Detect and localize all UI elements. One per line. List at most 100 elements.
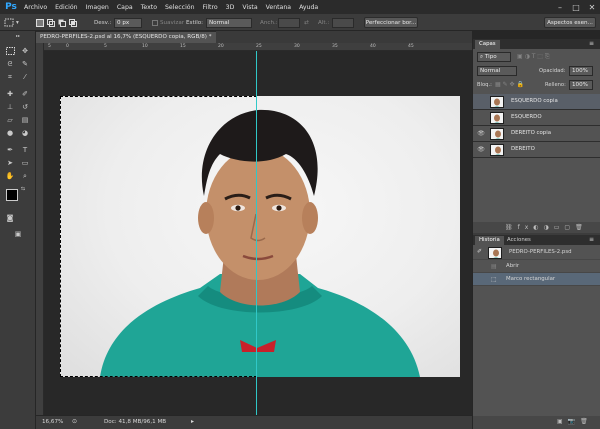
zoom-level[interactable]: 16,67% xyxy=(42,419,63,425)
rectangle-tool-icon[interactable]: ▭ xyxy=(19,158,31,168)
lock-icons-group[interactable]: ▦ ✎ ✥ 🔒 xyxy=(495,81,524,88)
layers-list-empty-area[interactable] xyxy=(473,158,600,222)
panel-menu-icon[interactable]: ≡ xyxy=(589,236,594,243)
dodge-tool-icon[interactable]: ◕ xyxy=(19,128,31,138)
width-label: Anch.: xyxy=(260,19,278,26)
close-window-button[interactable]: ✕ xyxy=(584,0,600,14)
status-bar: 16,67% ⊙ Doc: 41,8 MB/96,1 MB ▸ xyxy=(36,415,472,429)
layer-row[interactable]: ESQUERDO copia xyxy=(473,94,600,110)
history-list-empty-area[interactable] xyxy=(473,286,600,416)
rect-marquee-tool-icon[interactable] xyxy=(4,17,14,28)
vertical-guide[interactable] xyxy=(256,51,257,415)
quick-selection-tool-icon[interactable]: ✎ xyxy=(19,59,31,69)
history-item[interactable]: ⬚ Marco rectangular xyxy=(473,273,600,286)
layer-row[interactable]: 👁 DEREITO copia xyxy=(473,126,600,142)
move-tool-icon[interactable]: ✥ xyxy=(19,46,31,56)
lock-label: Bloq.: xyxy=(477,82,492,88)
layer-row[interactable]: ESQUERDO xyxy=(473,110,600,126)
quick-mask-icon[interactable]: ◙ xyxy=(4,213,16,223)
pen-tool-icon[interactable]: ✒ xyxy=(4,145,16,155)
panels-dock-top-bar xyxy=(473,31,600,39)
layer-thumbnail xyxy=(490,144,504,156)
menu-seleccion[interactable]: Selección xyxy=(165,4,201,11)
blend-mode-select[interactable]: Normal xyxy=(477,66,517,76)
fill-input[interactable]: 100% xyxy=(569,80,593,90)
layer-row[interactable]: 👁 DEREITO xyxy=(473,142,600,158)
layer-thumbnail xyxy=(490,128,504,140)
menu-capa[interactable]: Capa xyxy=(117,4,139,11)
menu-texto[interactable]: Texto xyxy=(141,4,163,11)
layer-thumbnail xyxy=(490,112,504,124)
menu-edicion[interactable]: Edición xyxy=(55,4,83,11)
type-tool-icon[interactable]: T xyxy=(19,145,31,155)
layer-thumbnail xyxy=(490,96,504,108)
hand-tool-icon[interactable]: ✋ xyxy=(4,171,16,181)
refine-edge-button[interactable]: Perfeccionar bor... xyxy=(364,17,418,28)
history-brush-tool-icon[interactable]: ↺ xyxy=(19,102,31,112)
brush-tool-icon[interactable]: ✐ xyxy=(19,89,31,99)
menu-ventana[interactable]: Ventana xyxy=(266,4,297,11)
history-footer-icons[interactable]: ▣📷🗑 xyxy=(473,416,600,429)
panel-menu-icon[interactable]: ≡ xyxy=(589,40,594,47)
layer-visibility-toggle[interactable] xyxy=(477,98,485,106)
blur-tool-icon[interactable]: ● xyxy=(4,128,16,138)
new-selection-icon[interactable] xyxy=(36,18,44,27)
swap-colors-icon[interactable]: ⇆ xyxy=(19,185,27,193)
status-menu-arrow-icon[interactable]: ▸ xyxy=(191,418,194,425)
menu-filtro[interactable]: Filtro xyxy=(203,4,224,11)
marquee-tool-icon[interactable] xyxy=(4,46,16,56)
document-tab[interactable]: PEDRO-PERFILES-2.psd al 16,7% (ESQUERDO … xyxy=(36,31,216,43)
swap-dimensions-icon[interactable]: ⇄ xyxy=(304,17,309,28)
spot-healing-tool-icon[interactable]: ✚ xyxy=(4,89,16,99)
opacity-input[interactable]: 100% xyxy=(569,66,593,76)
maximize-button[interactable]: □ xyxy=(568,0,584,14)
eye-icon[interactable]: 👁 xyxy=(477,146,485,154)
menu-3d[interactable]: 3D xyxy=(226,4,241,11)
rectangular-selection-marquee[interactable] xyxy=(60,96,257,377)
vertical-ruler[interactable] xyxy=(36,43,44,415)
style-select[interactable]: Normal xyxy=(206,17,252,28)
filter-icons-group[interactable]: ▣ ◑ T ⬚ ⎘ xyxy=(517,53,550,61)
history-brush-source-icon[interactable]: ✐ xyxy=(477,248,482,255)
menu-ayuda[interactable]: Ayuda xyxy=(299,4,324,11)
history-item-label: Abrir xyxy=(506,263,520,269)
zoom-options-icon[interactable]: ⊙ xyxy=(72,418,77,425)
menu-imagen[interactable]: Imagen xyxy=(86,4,115,11)
history-snapshot[interactable]: ✐ PEDRO-PERFILES-2.psd xyxy=(473,245,600,260)
layer-visibility-toggle[interactable] xyxy=(477,114,485,122)
path-selection-tool-icon[interactable]: ➤ xyxy=(4,158,16,168)
ruler-tick: 10 xyxy=(142,44,148,49)
eraser-tool-icon[interactable]: ▱ xyxy=(4,115,16,125)
menu-vista[interactable]: Vista xyxy=(242,4,263,11)
eye-icon[interactable]: 👁 xyxy=(477,130,485,138)
tab-acciones[interactable]: Acciones xyxy=(503,236,535,245)
tab-capas[interactable]: Capas xyxy=(475,40,500,49)
height-input[interactable] xyxy=(332,17,354,28)
antialias-label: Suavizar xyxy=(160,19,185,26)
foreground-color-swatch[interactable] xyxy=(6,189,18,201)
tab-historia[interactable]: Historia xyxy=(475,236,504,245)
eyedropper-tool-icon[interactable]: ⁄ xyxy=(19,72,31,82)
tool-preset-arrow-icon[interactable]: ▾ xyxy=(16,17,19,28)
gradient-tool-icon[interactable]: ▤ xyxy=(19,115,31,125)
workspace-button[interactable]: Aspectos esen... xyxy=(544,17,596,28)
horizontal-ruler[interactable]: 5 0 5 10 15 20 25 30 35 40 45 xyxy=(44,43,472,51)
add-selection-icon[interactable] xyxy=(47,18,55,27)
layer-filter-kind-select[interactable]: ⌕ Tipo xyxy=(477,52,511,62)
screen-mode-icon[interactable]: ▣ xyxy=(12,229,24,239)
lasso-tool-icon[interactable]: ᘓ xyxy=(4,59,16,69)
antialias-checkbox[interactable]: Suavizar xyxy=(152,17,184,28)
intersect-selection-icon[interactable] xyxy=(69,18,77,27)
crop-tool-icon[interactable]: ⌗ xyxy=(4,72,16,82)
width-input[interactable] xyxy=(278,17,300,28)
menu-archivo[interactable]: Archivo xyxy=(24,4,53,11)
panel-grip-icon[interactable]: ▸▸ xyxy=(3,33,33,38)
zoom-tool-icon[interactable]: ⌕ xyxy=(19,171,31,181)
history-panel-header: Historia Acciones ≡ xyxy=(473,235,600,245)
history-item[interactable]: ▤ Abrir xyxy=(473,260,600,273)
clone-stamp-tool-icon[interactable]: ⊥ xyxy=(4,102,16,112)
feather-input[interactable]: 0 px xyxy=(114,17,142,28)
subtract-selection-icon[interactable] xyxy=(58,19,66,27)
layers-footer-icons[interactable]: ⛓fx◐◑▭▢🗑 xyxy=(473,222,600,233)
minimize-button[interactable]: – xyxy=(552,0,568,14)
